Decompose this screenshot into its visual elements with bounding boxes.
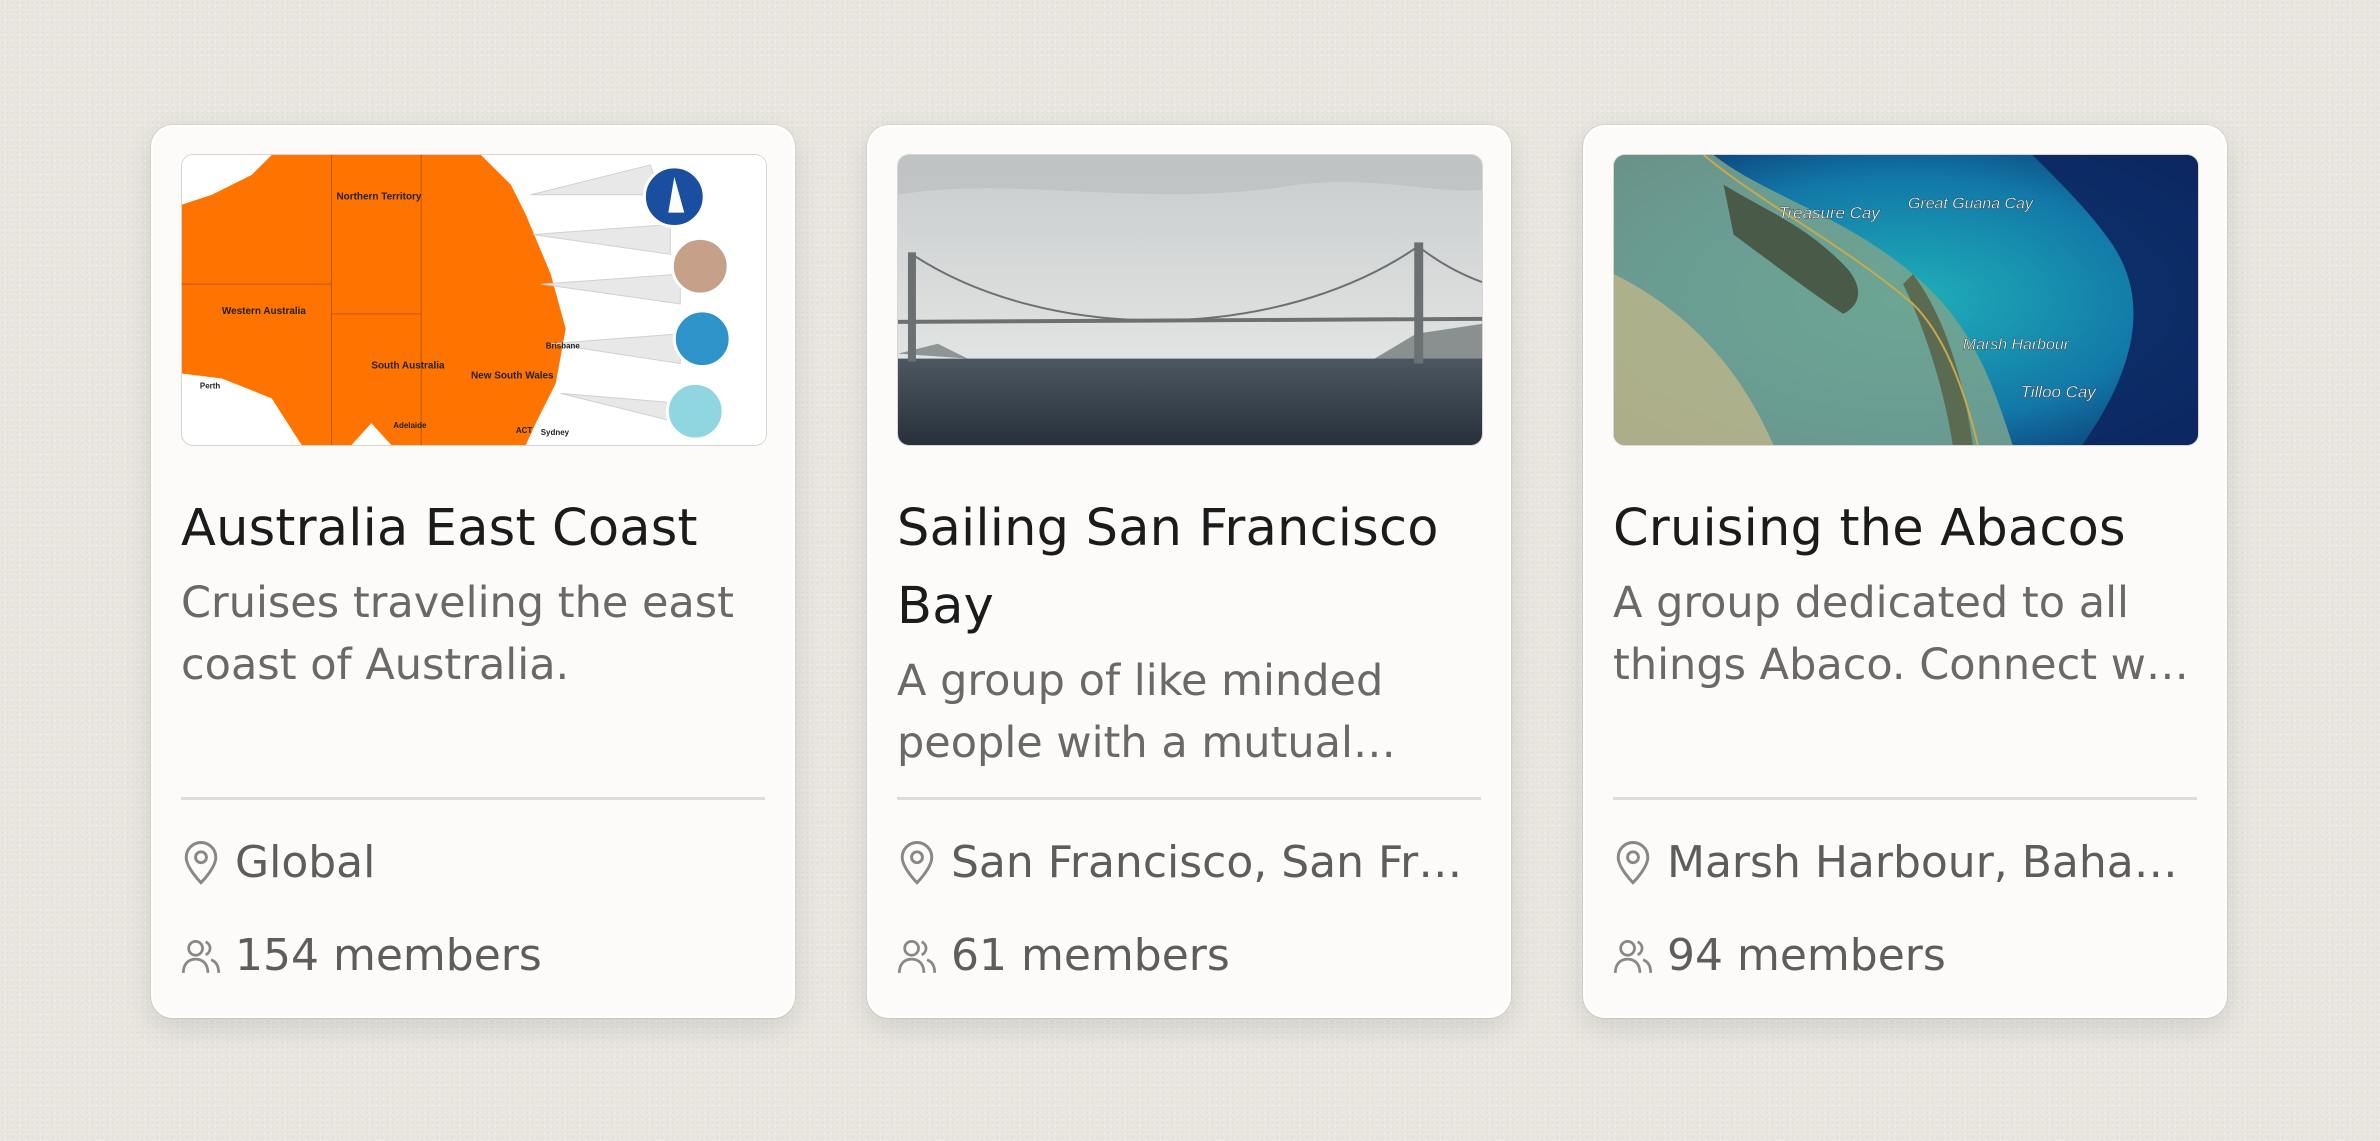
group-location: San Francisco, San Fr… [897,837,1481,888]
group-card-san-francisco[interactable]: Sailing San Francisco Bay A group of lik… [867,125,1511,1018]
group-members: 61 members [897,930,1481,981]
group-thumbnail [897,154,1483,446]
users-icon [897,933,937,979]
australia-map-image: Northern Territory Western Australia Sou… [182,155,766,445]
users-icon [181,933,221,979]
divider [1613,797,2197,800]
divider [897,797,1481,800]
divider [181,797,765,800]
group-location: Marsh Harbour, Baha… [1613,837,2197,888]
map-pin-icon [181,840,221,886]
map-label: Northern Territory [336,192,421,203]
members-text: 61 members [951,930,1230,981]
group-card-australia[interactable]: Northern Territory Western Australia Sou… [151,125,795,1018]
location-text: Global [235,837,376,888]
map-label: Marsh Harbour [1963,337,2070,354]
map-label: Perth [200,381,220,390]
group-title[interactable]: Australia East Coast [181,490,765,568]
users-icon [1613,933,1653,979]
map-label: New South Wales [471,370,554,381]
members-text: 154 members [235,930,542,981]
map-label: South Australia [371,361,445,372]
group-thumbnail: Treasure Cay Great Guana Cay Marsh Harbo… [1613,154,2199,446]
location-text: San Francisco, San Fr… [951,837,1463,888]
group-description: A group of like minded people with a mut… [897,656,1384,768]
map-label: Sydney [541,428,570,437]
group-description: Cruises traveling the east coast of Aust… [181,578,735,690]
group-location: Global [181,837,765,888]
map-label: Brisbane [546,342,581,351]
group-title[interactable]: Cruising the Abacos [1613,490,2197,568]
group-thumbnail: Northern Territory Western Australia Sou… [181,154,767,446]
map-label: Great Guana Cay [1908,196,2034,213]
group-members: 154 members [181,930,765,981]
group-title[interactable]: Sailing San Francisco Bay [897,490,1481,646]
abacos-satellite-image: Treasure Cay Great Guana Cay Marsh Harbo… [1614,155,2198,445]
golden-gate-bridge-image [898,155,1482,445]
map-pin-icon [1613,840,1653,886]
map-label: Western Australia [222,306,307,317]
map-pin-icon [897,840,937,886]
group-card-abacos[interactable]: Treasure Cay Great Guana Cay Marsh Harbo… [1583,125,2227,1018]
location-text: Marsh Harbour, Baha… [1667,837,2178,888]
map-label: Adelaide [393,421,427,430]
group-members: 94 members [1613,930,2197,981]
map-label: Treasure Cay [1778,204,1881,223]
members-text: 94 members [1667,930,1946,981]
map-label: ACT [516,426,532,435]
group-description: A group dedicated to all things Abaco. C… [1613,578,2189,690]
map-label: Tilloo Cay [2021,382,2098,401]
group-cards-list: Northern Territory Western Australia Sou… [151,125,2227,1018]
